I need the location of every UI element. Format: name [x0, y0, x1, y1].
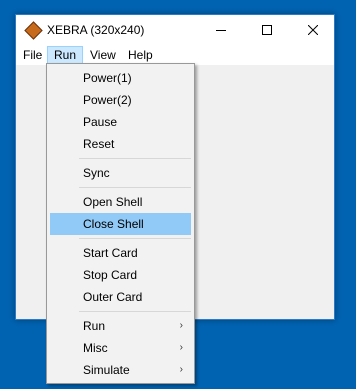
submenu-simulate[interactable]: Simulate › [50, 359, 191, 381]
run-dropdown-menu: Power(1) Power(2) Pause Reset Sync Open … [46, 63, 195, 384]
menu-separator [79, 187, 191, 188]
menu-separator [79, 311, 191, 312]
chevron-right-icon: › [179, 364, 183, 375]
menu-item-close-shell[interactable]: Close Shell [50, 213, 191, 235]
menu-item-open-shell[interactable]: Open Shell [50, 191, 191, 213]
chevron-right-icon: › [179, 342, 183, 353]
submenu-run[interactable]: Run › [50, 315, 191, 337]
submenu-simulate-label: Simulate [83, 363, 130, 377]
menu-item-start-card[interactable]: Start Card [50, 242, 191, 264]
maximize-button[interactable] [244, 15, 290, 46]
menu-item-pause[interactable]: Pause [50, 111, 191, 133]
menu-separator [79, 158, 191, 159]
window-title: XEBRA (320x240) [47, 23, 145, 37]
app-icon [24, 21, 43, 40]
minimize-icon [216, 30, 226, 31]
close-button[interactable] [290, 15, 336, 46]
menu-file[interactable]: File [17, 46, 48, 65]
submenu-run-label: Run [83, 319, 106, 333]
minimize-button[interactable] [198, 15, 244, 46]
menu-item-outer-card[interactable]: Outer Card [50, 286, 191, 308]
maximize-icon [262, 25, 272, 35]
chevron-right-icon: › [179, 320, 183, 331]
menu-separator [79, 238, 191, 239]
close-icon [308, 25, 318, 35]
menu-item-stop-card[interactable]: Stop Card [50, 264, 191, 286]
menu-item-sync[interactable]: Sync [50, 162, 191, 184]
title-bar[interactable]: XEBRA (320x240) [16, 15, 334, 46]
submenu-misc-label: Misc [83, 341, 108, 355]
submenu-misc[interactable]: Misc › [50, 337, 191, 359]
menu-item-power-1[interactable]: Power(1) [50, 67, 191, 89]
menu-item-power-2[interactable]: Power(2) [50, 89, 191, 111]
menu-item-reset[interactable]: Reset [50, 133, 191, 155]
